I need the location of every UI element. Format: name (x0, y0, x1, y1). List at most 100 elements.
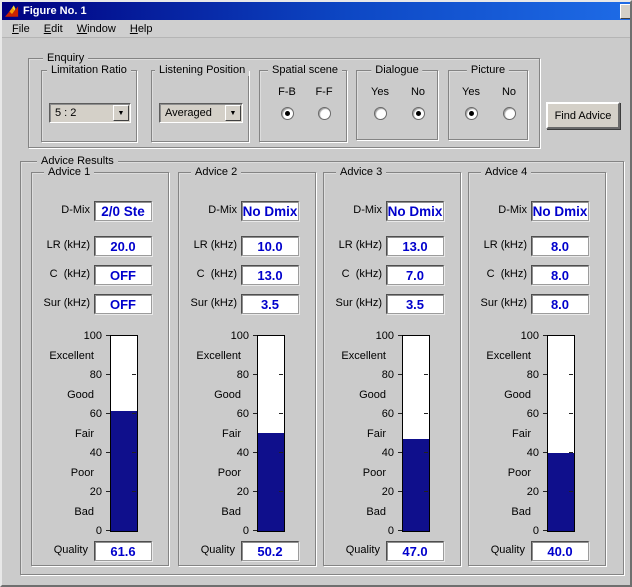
c-value-box: 13.0 (241, 265, 299, 285)
spatial-scene-option-ff: F-F (304, 86, 344, 125)
tick-mark (424, 374, 428, 375)
dmix-value-box: No Dmix (386, 201, 444, 221)
c-label: C (kHz) (32, 268, 90, 280)
gauge-rating-fair: Fair (330, 428, 386, 440)
gauge-rating-bad: Bad (185, 506, 241, 518)
quality-gauge-bar (548, 453, 574, 531)
lr-label: LR (kHz) (179, 239, 237, 251)
tick-mark (424, 452, 428, 453)
gauge-tick-20: 20 (513, 486, 539, 498)
gauge-tick-100: 100 (368, 330, 394, 342)
advice-1-title: Advice 1 (44, 166, 94, 178)
lr-value: 10.0 (257, 239, 282, 254)
c-label: C (kHz) (469, 268, 527, 280)
picture-option-no: No (489, 86, 529, 125)
advice-panel-3: Advice 3 D-Mix No Dmix LR (kHz) 13.0 C (… (323, 172, 461, 566)
chevron-down-icon[interactable]: ▼ (225, 105, 241, 121)
gauge-tick-100: 100 (76, 330, 102, 342)
menu-file[interactable]: File (6, 22, 36, 36)
window-control-button[interactable] (620, 4, 630, 19)
tick-mark (132, 413, 136, 414)
quality-gauge (257, 335, 285, 532)
sur-value-box: 3.5 (386, 294, 444, 314)
gauge-rating-good: Good (330, 389, 386, 401)
picture-yes-radio[interactable] (465, 107, 478, 120)
lr-value: 8.0 (551, 239, 569, 254)
quality-label: Quality (32, 544, 88, 556)
gauge-tick-40: 40 (368, 447, 394, 459)
gauge-rating-bad: Bad (330, 506, 386, 518)
dialogue-no-label: No (398, 86, 438, 98)
c-label: C (kHz) (324, 268, 382, 280)
gauge-tick-20: 20 (76, 486, 102, 498)
c-value-box: 8.0 (531, 265, 589, 285)
lr-value-box: 10.0 (241, 236, 299, 256)
gauge-tick-80: 80 (513, 369, 539, 381)
dmix-label: D-Mix (469, 204, 527, 216)
dialogue-option-yes: Yes (360, 86, 400, 125)
picture-group: Picture Yes No (448, 70, 528, 140)
listening-position-value: Averaged (160, 107, 225, 119)
spatial-scene-ff-radio[interactable] (318, 107, 331, 120)
quality-value-box: 50.2 (241, 541, 299, 561)
gauge-rating-fair: Fair (38, 428, 94, 440)
gauge-rating-poor: Poor (185, 467, 241, 479)
lr-value: 13.0 (402, 239, 427, 254)
menu-edit[interactable]: Edit (38, 22, 69, 36)
dialogue-no-radio[interactable] (412, 107, 425, 120)
tick-mark (569, 491, 573, 492)
title-bar[interactable]: Figure No. 1 (2, 2, 630, 20)
find-advice-button[interactable]: Find Advice (546, 102, 620, 129)
menu-help[interactable]: Help (124, 22, 159, 36)
dmix-label: D-Mix (32, 204, 90, 216)
gauge-tick-40: 40 (513, 447, 539, 459)
quality-gauge (547, 335, 575, 532)
limitation-ratio-dropdown[interactable]: 5 : 2 ▼ (49, 103, 131, 123)
sur-value: 3.5 (406, 297, 424, 312)
advice-panel-2: Advice 2 D-Mix No Dmix LR (kHz) 10.0 C (… (178, 172, 316, 566)
quality-gauge-bar (111, 411, 137, 531)
sur-value-box: 3.5 (241, 294, 299, 314)
c-value: 8.0 (551, 268, 569, 283)
advice-4-title: Advice 4 (481, 166, 531, 178)
gauge-tick-0: 0 (223, 525, 249, 537)
spatial-scene-ff-label: F-F (304, 86, 344, 98)
gauge-tick-20: 20 (368, 486, 394, 498)
spatial-scene-group: Spatial scene F-B F-F (259, 70, 347, 142)
gauge-tick-60: 60 (368, 408, 394, 420)
gauge-rating-excellent: Excellent (330, 350, 386, 362)
tick-mark (132, 374, 136, 375)
enquiry-group: Enquiry Limitation Ratio 5 : 2 ▼ Listeni… (28, 58, 540, 148)
spatial-scene-fb-label: F-B (267, 86, 307, 98)
figure-canvas: Enquiry Limitation Ratio 5 : 2 ▼ Listeni… (2, 38, 630, 584)
dialogue-yes-radio[interactable] (374, 107, 387, 120)
gauge-rating-poor: Poor (330, 467, 386, 479)
c-value-box: 7.0 (386, 265, 444, 285)
matlab-icon (5, 5, 19, 18)
spatial-scene-fb-radio[interactable] (281, 107, 294, 120)
gauge-tick-80: 80 (223, 369, 249, 381)
spatial-scene-option-fb: F-B (267, 86, 307, 125)
sur-label: Sur (kHz) (32, 297, 90, 309)
dmix-value: No Dmix (388, 204, 443, 219)
gauge-rating-bad: Bad (38, 506, 94, 518)
chevron-down-icon[interactable]: ▼ (113, 105, 129, 121)
quality-gauge (110, 335, 138, 532)
quality-gauge-bar (258, 433, 284, 531)
dmix-label: D-Mix (324, 204, 382, 216)
menu-window[interactable]: Window (71, 22, 122, 36)
quality-value-box: 40.0 (531, 541, 589, 561)
gauge-tick-100: 100 (513, 330, 539, 342)
listening-position-dropdown[interactable]: Averaged ▼ (159, 103, 243, 123)
c-value-box: OFF (94, 265, 152, 285)
quality-value-box: 47.0 (386, 541, 444, 561)
dmix-value-box: No Dmix (241, 201, 299, 221)
dialogue-group: Dialogue Yes No (356, 70, 438, 140)
gauge-rating-good: Good (475, 389, 531, 401)
quality-gauge-bar (403, 439, 429, 531)
limitation-ratio-group: Limitation Ratio 5 : 2 ▼ (41, 70, 137, 142)
picture-no-radio[interactable] (503, 107, 516, 120)
dmix-value-box: 2/0 Ste (94, 201, 152, 221)
dialogue-option-no: No (398, 86, 438, 125)
limitation-ratio-value: 5 : 2 (50, 107, 113, 119)
